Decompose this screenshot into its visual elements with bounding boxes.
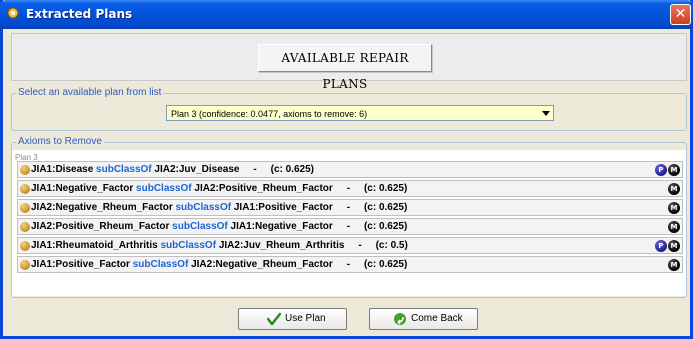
axiom-keyword: subClassOf: [96, 164, 152, 175]
axiom-object: JIA2:Positive_Rheum_Factor: [191, 183, 333, 194]
come-back-button[interactable]: Come Back: [369, 308, 478, 330]
close-icon: ✕: [674, 6, 687, 22]
axiom-keyword: subClassOf: [136, 183, 192, 194]
axiom-confidence: (c: 0.625): [363, 202, 408, 213]
axiom-keyword: subClassOf: [172, 221, 228, 232]
plan-select-group: Select an available plan from list Plan …: [11, 87, 687, 131]
axiom-keyword: subClassOf: [160, 240, 217, 251]
axiom-row[interactable]: JIA1:Rheumatoid_Arthritis subClassOf JIA…: [17, 237, 683, 254]
axioms-legend: Axioms to Remove: [16, 136, 104, 147]
back-arrow-icon: [394, 313, 406, 325]
page-title: AVAILABLE REPAIR PLANS: [258, 44, 432, 91]
extracted-plans-window: Extracted Plans ✕ AVAILABLE REPAIR PLANS…: [0, 0, 693, 339]
axiom-bullet-icon: [20, 203, 30, 213]
axiom-text: JIA1:Negative_Factor subClassOf JIA2:Pos…: [31, 181, 407, 196]
axiom-object: JIA2:Negative_Rheum_Factor: [188, 259, 333, 270]
axiom-subject: JIA1:Negative_Factor: [31, 183, 137, 194]
plan-select-value: Plan 3 (confidence: 0.0477, axioms to re…: [171, 109, 368, 119]
axiom-confidence: (c: 0.5): [375, 240, 408, 251]
axiom-confidence: (c: 0.625): [363, 259, 408, 270]
use-plan-button[interactable]: Use Plan: [238, 308, 347, 330]
property-badge-icon[interactable]: P: [655, 240, 667, 252]
axiom-row[interactable]: JIA2:Negative_Rheum_Factor subClassOf JI…: [17, 199, 683, 216]
check-icon: [267, 312, 281, 326]
header-panel: AVAILABLE REPAIR PLANS: [11, 33, 687, 91]
axiom-confidence: (c: 0.625): [363, 221, 408, 232]
axiom-confidence: (c: 0.625): [363, 183, 408, 194]
axiom-subject: JIA1:Rheumatoid_Arthritis: [31, 240, 161, 251]
axioms-list: Plan 3 JIA1:Disease subClassOf JIA2:Juv_…: [12, 150, 686, 296]
axiom-object: JIA2:Juv_Rheum_Arthritis: [216, 240, 345, 251]
mapping-badge-icon[interactable]: M: [668, 183, 680, 195]
axiom-subject: JIA1:Positive_Factor: [31, 259, 133, 270]
axiom-subject: JIA1:Disease: [31, 164, 97, 175]
axiom-keyword: subClassOf: [175, 202, 232, 213]
close-button[interactable]: ✕: [670, 4, 691, 25]
plan-select-dropdown[interactable]: Plan 3 (confidence: 0.0477, axioms to re…: [166, 105, 554, 121]
axiom-row[interactable]: JIA1:Disease subClassOf JIA2:Juv_Disease…: [17, 161, 683, 178]
axiom-bullet-icon: [20, 222, 30, 232]
axiom-text: JIA2:Positive_Rheum_Factor subClassOf JI…: [31, 219, 407, 234]
axiom-object: JIA1:Negative_Factor: [227, 221, 333, 232]
property-badge-icon[interactable]: P: [655, 164, 667, 176]
axiom-bullet-icon: [20, 165, 30, 175]
come-back-label: Come Back: [411, 313, 463, 324]
axiom-row[interactable]: JIA2:Positive_Rheum_Factor subClassOf JI…: [17, 218, 683, 235]
axiom-subject: JIA2:Negative_Rheum_Factor: [31, 202, 176, 213]
app-icon: [7, 7, 19, 19]
use-plan-label: Use Plan: [285, 313, 326, 324]
axiom-row[interactable]: JIA1:Negative_Factor subClassOf JIA2:Pos…: [17, 180, 683, 197]
mapping-badge-icon[interactable]: M: [668, 221, 680, 233]
axiom-object: JIA1:Positive_Factor: [231, 202, 333, 213]
axiom-text: JIA2:Negative_Rheum_Factor subClassOf JI…: [31, 200, 407, 215]
axiom-text: JIA1:Disease subClassOf JIA2:Juv_Disease…: [31, 162, 314, 177]
plan-select-legend: Select an available plan from list: [16, 87, 164, 98]
mapping-badge-icon[interactable]: M: [668, 259, 680, 271]
title-bar[interactable]: Extracted Plans ✕: [0, 0, 693, 29]
mapping-badge-icon[interactable]: M: [668, 240, 680, 252]
axiom-subject: JIA2:Positive_Rheum_Factor: [31, 221, 173, 232]
axiom-row[interactable]: JIA1:Positive_Factor subClassOf JIA2:Neg…: [17, 256, 683, 273]
axiom-bullet-icon: [20, 260, 30, 270]
axiom-confidence: (c: 0.625): [270, 164, 314, 175]
chevron-down-icon[interactable]: [542, 111, 550, 116]
axiom-object: JIA2:Juv_Disease: [151, 164, 240, 175]
axioms-group: Axioms to Remove Plan 3 JIA1:Disease sub…: [11, 136, 687, 298]
mapping-badge-icon[interactable]: M: [668, 202, 680, 214]
window-title: Extracted Plans: [26, 7, 133, 21]
axiom-bullet-icon: [20, 184, 30, 194]
axiom-text: JIA1:Positive_Factor subClassOf JIA2:Neg…: [31, 257, 407, 272]
axiom-text: JIA1:Rheumatoid_Arthritis subClassOf JIA…: [31, 238, 408, 253]
axiom-keyword: subClassOf: [132, 259, 189, 270]
mapping-badge-icon[interactable]: M: [668, 164, 680, 176]
axiom-bullet-icon: [20, 241, 30, 251]
